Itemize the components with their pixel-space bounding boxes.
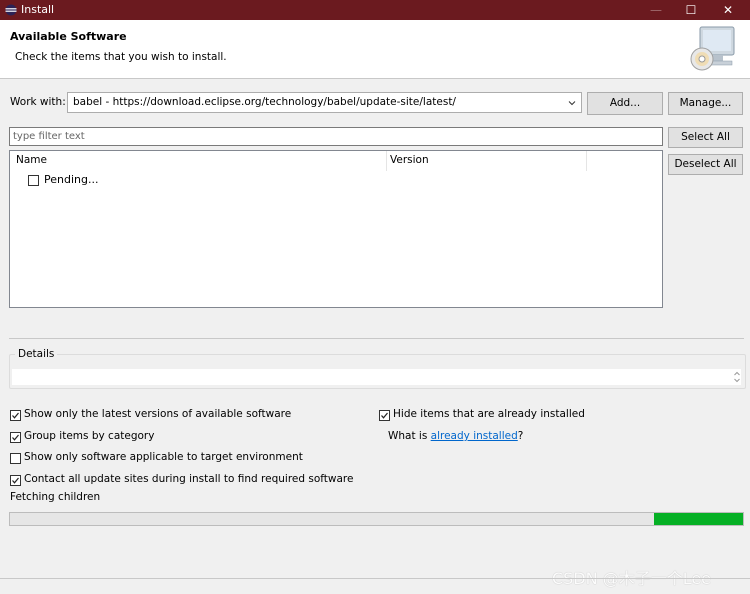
contact-sites-checkbox[interactable] (10, 475, 21, 486)
show-applicable-label: Show only software applicable to target … (24, 451, 303, 463)
tree-item-checkbox[interactable] (28, 175, 39, 186)
wizard-header: Available Software Check the items that … (0, 20, 750, 79)
details-text-area[interactable] (12, 369, 741, 385)
manage-button[interactable]: Manage... (668, 92, 743, 115)
what-is-prefix: What is (388, 430, 431, 442)
checkmark-icon (12, 477, 19, 484)
chevron-down-icon (568, 101, 576, 106)
progress-bar (9, 512, 744, 526)
checkmark-icon (381, 412, 388, 419)
hide-installed-label: Hide items that are already installed (393, 408, 585, 420)
work-with-value: babel - https://download.eclipse.org/tec… (73, 96, 456, 108)
already-installed-link[interactable]: already installed (431, 430, 518, 442)
window-title: Install (21, 3, 55, 16)
details-group: Details (9, 348, 746, 389)
checkmark-icon (12, 412, 19, 419)
show-latest-label: Show only the latest versions of availab… (24, 408, 292, 420)
contact-sites-label: Contact all update sites during install … (24, 473, 354, 485)
progress-indicator (654, 513, 743, 525)
tree-item-label: Pending... (44, 173, 99, 186)
show-latest-checkbox[interactable] (10, 410, 21, 421)
minimize-button[interactable]: — (638, 0, 674, 20)
column-header-version[interactable]: Version (390, 154, 429, 166)
work-with-combo[interactable]: babel - https://download.eclipse.org/tec… (67, 92, 582, 113)
filter-input[interactable] (13, 129, 653, 144)
work-with-label: Work with: (10, 96, 66, 108)
filter-field[interactable] (9, 127, 663, 146)
select-all-button[interactable]: Select All (668, 127, 743, 148)
status-text: Fetching children (10, 491, 101, 503)
separator (9, 338, 744, 339)
add-button[interactable]: Add... (587, 92, 663, 115)
maximize-button[interactable]: ☐ (673, 0, 709, 20)
group-by-category-checkbox[interactable] (10, 432, 21, 443)
button-bar (0, 578, 750, 594)
install-wizard-icon (690, 26, 735, 71)
group-by-category-label: Group items by category (24, 430, 155, 442)
show-applicable-checkbox[interactable] (10, 453, 21, 464)
scroll-arrows-icon[interactable] (733, 370, 741, 384)
checkmark-icon (12, 434, 19, 441)
page-description: Check the items that you wish to install… (15, 51, 227, 63)
close-button[interactable]: ✕ (710, 0, 746, 20)
deselect-all-button[interactable]: Deselect All (668, 154, 743, 175)
column-header-name[interactable]: Name (16, 154, 47, 166)
what-is-suffix: ? (517, 430, 524, 442)
eclipse-icon (5, 4, 17, 16)
what-is-installed-text: What is already installed? (388, 430, 523, 442)
column-divider (586, 151, 587, 171)
title-bar: Install — ☐ ✕ (0, 0, 750, 20)
page-title: Available Software (10, 30, 127, 43)
column-divider (386, 151, 387, 171)
details-label: Details (15, 348, 58, 360)
software-tree[interactable]: Name Version Pending... (9, 150, 663, 308)
hide-installed-checkbox[interactable] (379, 410, 390, 421)
